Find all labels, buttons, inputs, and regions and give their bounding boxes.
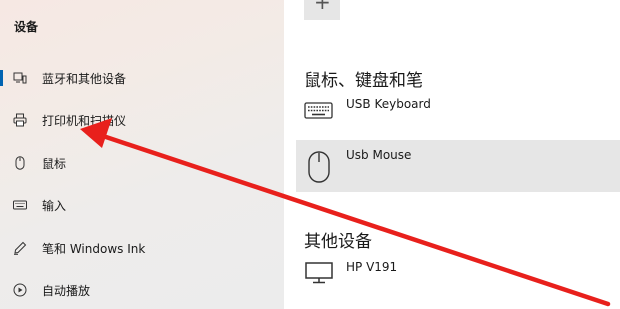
sidebar-item-typing[interactable]: 输入: [0, 186, 284, 224]
sidebar-item-printers[interactable]: 打印机和扫描仪: [0, 101, 284, 139]
sidebar-item-label: 输入: [42, 199, 67, 213]
add-device-button[interactable]: +: [304, 0, 340, 20]
autoplay-icon: [13, 283, 27, 297]
sidebar-item-label: 蓝牙和其他设备: [42, 72, 127, 86]
pen-icon: [14, 241, 27, 255]
printer-icon: [13, 113, 27, 127]
plus-icon: +: [314, 0, 331, 14]
section-title: 设备: [14, 20, 39, 34]
selection-indicator: [0, 70, 3, 86]
mouse-icon: [308, 151, 330, 183]
device-item-hp-v191[interactable]: HP V191: [296, 252, 620, 304]
keyboard-icon: [304, 102, 333, 119]
device-name: HP V191: [346, 260, 398, 274]
device-item-usb-keyboard[interactable]: USB Keyboard: [296, 89, 620, 141]
keyboard-icon: [13, 200, 27, 210]
sidebar-item-label: 鼠标: [42, 157, 67, 171]
group-heading-other-devices: 其他设备: [304, 232, 372, 252]
bluetooth-devices-icon: [13, 72, 27, 84]
sidebar-item-pen[interactable]: 笔和 Windows Ink: [0, 229, 284, 267]
monitor-icon: [305, 262, 333, 284]
sidebar-item-autoplay[interactable]: 自动播放: [0, 271, 284, 309]
group-heading-input-devices: 鼠标、键盘和笔: [304, 71, 423, 91]
device-name: USB Keyboard: [346, 97, 431, 111]
device-name: Usb Mouse: [346, 148, 412, 162]
sidebar-item-label: 笔和 Windows Ink: [42, 242, 146, 256]
device-item-usb-mouse[interactable]: Usb Mouse: [296, 140, 620, 192]
main-content: + 鼠标、键盘和笔 USB Keyboard Usb Mouse 其他设备 HP…: [284, 0, 620, 309]
mouse-icon: [15, 156, 25, 170]
sidebar-item-mouse[interactable]: 鼠标: [0, 144, 284, 182]
sidebar-item-bluetooth[interactable]: 蓝牙和其他设备: [0, 59, 284, 97]
sidebar: 设备 蓝牙和其他设备 打印机和扫描仪 鼠标 输入 笔和 Windows Ink …: [0, 0, 284, 309]
sidebar-item-label: 打印机和扫描仪: [42, 114, 127, 128]
sidebar-item-label: 自动播放: [42, 284, 91, 298]
